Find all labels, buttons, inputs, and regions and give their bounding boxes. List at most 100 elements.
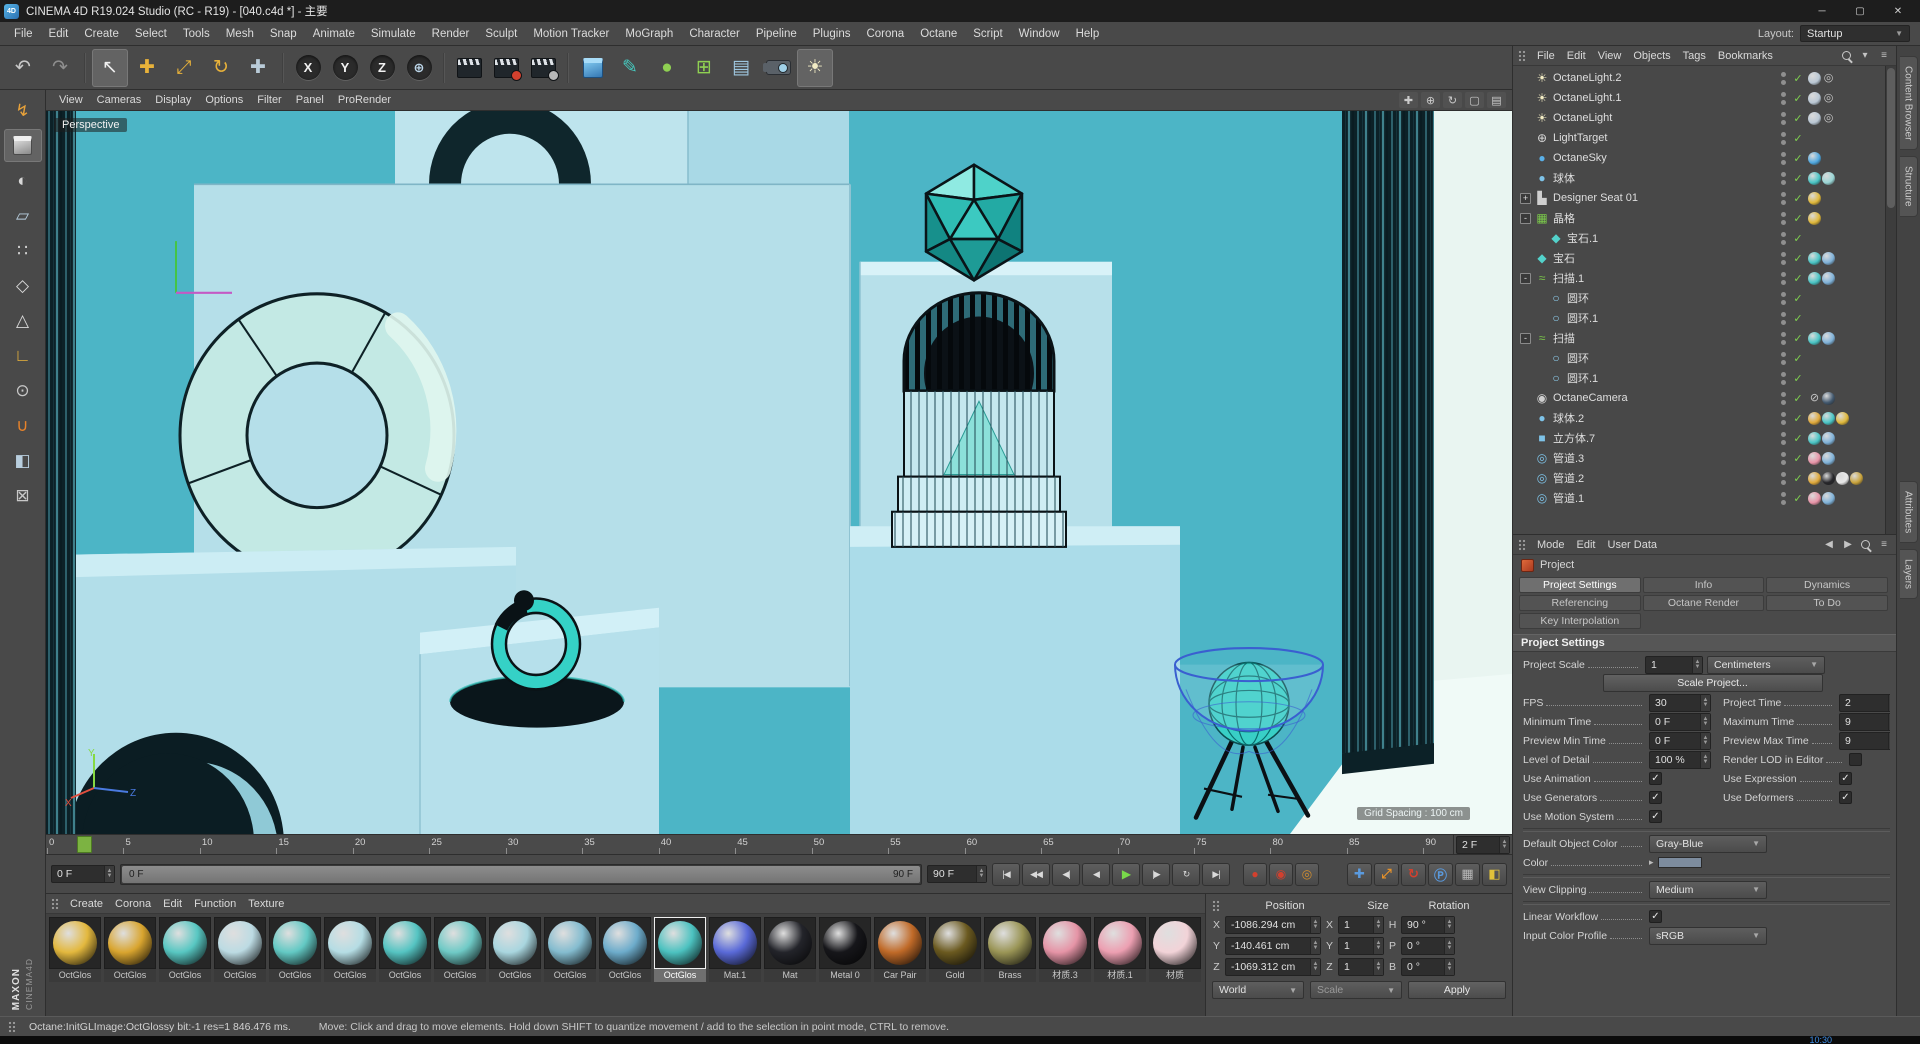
visibility-dots[interactable] xyxy=(1778,111,1788,125)
dock-tab-attributes[interactable]: Attributes xyxy=(1899,481,1918,544)
spinner[interactable]: ▲▼ xyxy=(1444,959,1454,975)
dock-tab-layers[interactable]: Layers xyxy=(1899,549,1918,600)
enabled-check[interactable]: ✓ xyxy=(1791,212,1805,225)
panel-grip-icon[interactable] xyxy=(1212,900,1220,912)
add-subdivision-surface-button[interactable]: ● xyxy=(649,49,685,87)
preview-min-time-field[interactable]: 0 F ▲ ▼ xyxy=(1649,731,1711,750)
menu-simulate[interactable]: Simulate xyxy=(363,22,424,45)
menu-help[interactable]: Help xyxy=(1068,22,1108,45)
use-animation-checkbox[interactable]: ✓ xyxy=(1649,772,1662,785)
live-selection-button[interactable]: ↖ xyxy=(92,48,128,87)
material-tile[interactable]: Mat xyxy=(763,917,817,982)
rotation-field[interactable]: 0 ° ▲ ▼ xyxy=(1401,958,1455,976)
scrollbar-thumb[interactable] xyxy=(1887,68,1895,208)
right-curtain[interactable] xyxy=(1342,111,1434,775)
material-tag[interactable] xyxy=(1808,211,1821,225)
mat-menu-function[interactable]: Function xyxy=(188,898,242,910)
use-deformers-checkbox[interactable]: ✓ xyxy=(1839,791,1852,804)
menu-motion-tracker[interactable]: Motion Tracker xyxy=(525,22,617,45)
vp-menu-panel[interactable]: Panel xyxy=(289,94,331,106)
coordinate-system-button[interactable]: ⊕ xyxy=(401,49,437,87)
visibility-dots[interactable] xyxy=(1778,451,1788,465)
object-row[interactable]: ● OctaneSky ✓ xyxy=(1517,148,1884,168)
end-frame-field[interactable]: 90 F ▲ ▼ xyxy=(927,865,987,883)
mat-menu-corona[interactable]: Corona xyxy=(109,898,157,910)
object-row[interactable]: ■ 立方体.7 ✓ xyxy=(1517,428,1884,448)
tab-key-interpolation[interactable]: Key Interpolation xyxy=(1519,613,1641,629)
spinner[interactable]: ▲▼ xyxy=(1444,917,1454,933)
material-tag[interactable] xyxy=(1808,431,1821,445)
project-scale-unit-dropdown[interactable]: Centimeters ▼ xyxy=(1707,655,1825,674)
material-tag[interactable] xyxy=(1808,91,1821,105)
dock-tab-structure[interactable]: Structure xyxy=(1899,156,1918,218)
search-icon[interactable] xyxy=(1841,50,1853,62)
add-light-button[interactable]: ☀ xyxy=(797,48,833,87)
vp-menu-view[interactable]: View xyxy=(52,94,90,106)
size-field[interactable]: 1 ▲ ▼ xyxy=(1338,958,1384,976)
start-frame-field[interactable]: 0 F ▲ ▼ xyxy=(51,865,115,883)
spinner[interactable]: ▲▼ xyxy=(1692,656,1702,673)
menu-script[interactable]: Script xyxy=(965,22,1010,45)
lock-y-axis-button[interactable]: Y xyxy=(327,49,363,87)
material-tile[interactable]: OctGlos xyxy=(598,917,652,982)
history-back-icon[interactable]: ◀ xyxy=(1822,539,1836,550)
material-tag[interactable] xyxy=(1808,471,1821,485)
enabled-check[interactable]: ✓ xyxy=(1791,92,1805,105)
camera-label[interactable]: Perspective xyxy=(54,118,128,132)
mat-menu-create[interactable]: Create xyxy=(64,898,109,910)
coordinate-axis-dropdown[interactable]: Scale ▼ xyxy=(1310,981,1402,999)
use-expression-checkbox[interactable]: ✓ xyxy=(1839,772,1852,785)
add-mograph-cloner-button[interactable]: ⊞ xyxy=(686,49,722,87)
project-time-field[interactable]: 2 ▲▼ xyxy=(1839,693,1890,712)
material-tag[interactable] xyxy=(1808,451,1821,465)
menu-sculpt[interactable]: Sculpt xyxy=(477,22,525,45)
move-button[interactable]: ✚ xyxy=(129,49,165,87)
vp-menu-display[interactable]: Display xyxy=(148,94,198,106)
spinner[interactable]: ▲▼ xyxy=(1888,732,1890,749)
visibility-dots[interactable] xyxy=(1778,251,1788,265)
spinner[interactable]: ▲▼ xyxy=(1373,959,1383,975)
spinner[interactable]: ▲▼ xyxy=(976,866,986,882)
lock-x-axis-button[interactable]: X xyxy=(290,49,326,87)
menu-file[interactable]: File xyxy=(6,22,41,45)
size-field[interactable]: 1 ▲ ▼ xyxy=(1338,937,1384,955)
visibility-dots[interactable] xyxy=(1778,171,1788,185)
enabled-check[interactable]: ✓ xyxy=(1791,72,1805,85)
filter-icon[interactable]: ▾ xyxy=(1858,50,1872,61)
material-tag[interactable] xyxy=(1822,431,1835,445)
object-tag[interactable]: ⊘ xyxy=(1808,392,1821,405)
om-menu-edit[interactable]: Edit xyxy=(1561,50,1592,62)
spinner[interactable]: ▲▼ xyxy=(1310,938,1320,954)
linear-workflow-checkbox[interactable]: ✓ xyxy=(1649,910,1662,923)
material-tile[interactable]: Gold xyxy=(928,917,982,982)
panel-grip-icon[interactable] xyxy=(1518,49,1526,62)
last-used-tool-button[interactable]: ✚ xyxy=(240,49,276,87)
maximum-time-field[interactable]: 9 ▲▼ xyxy=(1839,712,1890,731)
material-tag[interactable] xyxy=(1822,271,1835,285)
visibility-dots[interactable] xyxy=(1778,271,1788,285)
object-row[interactable]: ○ 圆环.1 ✓ xyxy=(1517,308,1884,328)
record-scale-button[interactable]: ⤢ xyxy=(1374,862,1399,886)
material-tag[interactable] xyxy=(1808,411,1821,425)
input-color-profile-dropdown[interactable]: sRGB ▼ xyxy=(1649,926,1767,945)
make-editable-button[interactable]: ↯ xyxy=(4,94,42,127)
object-row[interactable]: - ≈ 扫描 ✓ xyxy=(1517,328,1884,348)
workplane-snap-button[interactable]: ◧ xyxy=(4,444,42,477)
material-tile[interactable]: OctGlos xyxy=(103,917,157,982)
enabled-check[interactable]: ✓ xyxy=(1791,112,1805,125)
solo-animation-button[interactable]: ◧ xyxy=(1482,862,1507,886)
object-row[interactable]: - ≈ 扫描.1 ✓ xyxy=(1517,268,1884,288)
visibility-dots[interactable] xyxy=(1778,191,1788,205)
material-tag[interactable] xyxy=(1850,471,1863,485)
color-swatch[interactable] xyxy=(1657,857,1702,868)
visibility-dots[interactable] xyxy=(1778,491,1788,505)
minimum-time-field[interactable]: 0 F ▲ ▼ xyxy=(1649,712,1711,731)
object-row[interactable]: + ▙ Designer Seat 01 ✓ xyxy=(1517,188,1884,208)
visibility-dots[interactable] xyxy=(1778,391,1788,405)
object-row[interactable]: ◆ 宝石.1 ✓ xyxy=(1517,228,1884,248)
enable-axis-mode-button[interactable]: ∟ xyxy=(4,339,42,372)
menu-tools[interactable]: Tools xyxy=(175,22,218,45)
om-menu-bookmarks[interactable]: Bookmarks xyxy=(1712,50,1779,62)
loop-playback-button[interactable]: ↻ xyxy=(1172,862,1200,886)
redo-button[interactable]: ↷ xyxy=(42,49,78,87)
